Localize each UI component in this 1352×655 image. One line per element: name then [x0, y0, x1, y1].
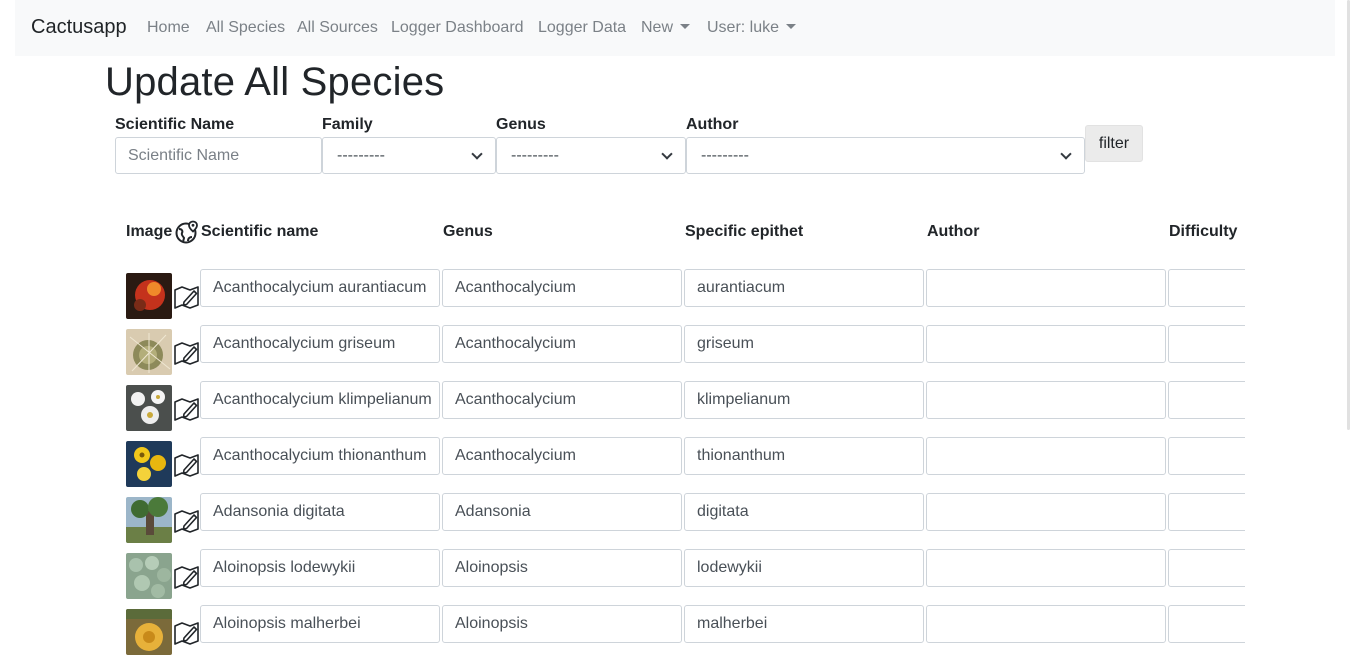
genus-field[interactable]: Acanthocalycium: [442, 437, 682, 475]
table-row: Acanthocalycium aurantiacum Acanthocalyc…: [0, 269, 1245, 325]
author-select-value: ---------: [701, 146, 749, 164]
table-row: Acanthocalycium klimpelianum Acanthocaly…: [0, 381, 1245, 437]
specific-epithet-field[interactable]: aurantiacum: [684, 269, 924, 307]
family-select[interactable]: ---------: [322, 137, 496, 174]
header-genus: Genus: [443, 223, 493, 240]
family-label: Family: [322, 116, 373, 133]
header-image: Image: [126, 223, 173, 240]
genus-field[interactable]: Acanthocalycium: [442, 269, 682, 307]
difficulty-field[interactable]: [1168, 269, 1245, 307]
globe-pin-icon: [175, 220, 198, 244]
map-edit-icon[interactable]: [173, 508, 200, 533]
filter-button[interactable]: filter: [1085, 125, 1143, 162]
scientific-name-label: Scientific Name: [115, 116, 235, 133]
author-field[interactable]: [926, 269, 1166, 307]
author-field[interactable]: [926, 493, 1166, 531]
author-label: Author: [686, 116, 739, 133]
genus-field[interactable]: Aloinopsis: [442, 549, 682, 587]
table-row: Acanthocalycium griseum Acanthocalycium …: [0, 325, 1245, 381]
scientific-name-field[interactable]: Acanthocalycium thionanthum: [200, 437, 440, 475]
species-thumbnail[interactable]: [126, 329, 172, 375]
difficulty-field[interactable]: [1168, 493, 1245, 531]
genus-field[interactable]: Aloinopsis: [442, 605, 682, 643]
table-row: Aloinopsis malherbei Aloinopsis malherbe…: [0, 605, 1245, 655]
table-row: Adansonia digitata Adansonia digitata: [0, 493, 1245, 549]
nav-home[interactable]: Home: [147, 19, 190, 37]
difficulty-field[interactable]: [1168, 605, 1245, 643]
header-specific-epithet: Specific epithet: [685, 223, 804, 240]
genus-select-value: ---------: [511, 146, 559, 164]
author-field[interactable]: [926, 605, 1166, 643]
scientific-name-field[interactable]: Adansonia digitata: [200, 493, 440, 531]
map-edit-icon[interactable]: [173, 452, 200, 477]
caret-down-icon: [786, 24, 797, 29]
nav-logger-data[interactable]: Logger Data: [538, 19, 626, 37]
specific-epithet-field[interactable]: lodewykii: [684, 549, 924, 587]
navbar: Cactusapp Home All Species All Sources L…: [15, 0, 1335, 56]
species-thumbnail[interactable]: [126, 497, 172, 543]
genus-field[interactable]: Acanthocalycium: [442, 381, 682, 419]
genus-field[interactable]: Adansonia: [442, 493, 682, 531]
specific-epithet-field[interactable]: klimpelianum: [684, 381, 924, 419]
map-edit-icon[interactable]: [173, 620, 200, 645]
species-thumbnail[interactable]: [126, 553, 172, 599]
table-row: Acanthocalycium thionanthum Acanthocalyc…: [0, 437, 1245, 493]
nav-new-label: New: [641, 19, 674, 36]
table-row: Aloinopsis lodewykii Aloinopsis lodewyki…: [0, 549, 1245, 605]
header-author: Author: [927, 223, 980, 240]
difficulty-field[interactable]: [1168, 437, 1245, 475]
nav-all-species[interactable]: All Species: [206, 19, 285, 37]
nav-all-sources[interactable]: All Sources: [297, 19, 378, 37]
family-select-value: ---------: [337, 146, 385, 164]
header-difficulty: Difficulty: [1169, 223, 1238, 240]
author-select[interactable]: ---------: [686, 137, 1085, 174]
scrollbar-thumb[interactable]: [1347, 0, 1350, 430]
chevron-down-icon: [661, 147, 673, 160]
scientific-name-input[interactable]: [115, 137, 322, 174]
page-title: Update All Species: [105, 60, 445, 104]
specific-epithet-field[interactable]: digitata: [684, 493, 924, 531]
genus-field[interactable]: Acanthocalycium: [442, 325, 682, 363]
map-edit-icon[interactable]: [173, 340, 200, 365]
species-thumbnail[interactable]: [126, 441, 172, 487]
scientific-name-field[interactable]: Acanthocalycium aurantiacum: [200, 269, 440, 307]
brand[interactable]: Cactusapp: [31, 16, 127, 39]
genus-select[interactable]: ---------: [496, 137, 686, 174]
nav-logger-dashboard[interactable]: Logger Dashboard: [391, 19, 524, 37]
species-table: Acanthocalycium aurantiacum Acanthocalyc…: [0, 262, 1245, 655]
difficulty-field[interactable]: [1168, 549, 1245, 587]
difficulty-field[interactable]: [1168, 381, 1245, 419]
scientific-name-field[interactable]: Aloinopsis lodewykii: [200, 549, 440, 587]
genus-label: Genus: [496, 116, 546, 133]
map-edit-icon[interactable]: [173, 284, 200, 309]
specific-epithet-field[interactable]: thionanthum: [684, 437, 924, 475]
species-thumbnail[interactable]: [126, 385, 172, 431]
scientific-name-field[interactable]: Aloinopsis malherbei: [200, 605, 440, 643]
author-field[interactable]: [926, 437, 1166, 475]
scientific-name-field[interactable]: Acanthocalycium klimpelianum: [200, 381, 440, 419]
chevron-down-icon: [1060, 147, 1072, 160]
species-thumbnail[interactable]: [126, 609, 172, 655]
species-thumbnail[interactable]: [126, 273, 172, 319]
map-edit-icon[interactable]: [173, 564, 200, 589]
chevron-down-icon: [471, 147, 483, 160]
caret-down-icon: [680, 24, 691, 29]
author-field[interactable]: [926, 381, 1166, 419]
header-scientific-name: Scientific name: [201, 223, 319, 240]
nav-user-label: User: luke: [707, 19, 780, 36]
author-field[interactable]: [926, 325, 1166, 363]
scientific-name-field[interactable]: Acanthocalycium griseum: [200, 325, 440, 363]
nav-new-dropdown[interactable]: New: [641, 19, 691, 37]
nav-user-dropdown[interactable]: User: luke: [707, 19, 797, 37]
author-field[interactable]: [926, 549, 1166, 587]
specific-epithet-field[interactable]: griseum: [684, 325, 924, 363]
difficulty-field[interactable]: [1168, 325, 1245, 363]
map-edit-icon[interactable]: [173, 396, 200, 421]
specific-epithet-field[interactable]: malherbei: [684, 605, 924, 643]
